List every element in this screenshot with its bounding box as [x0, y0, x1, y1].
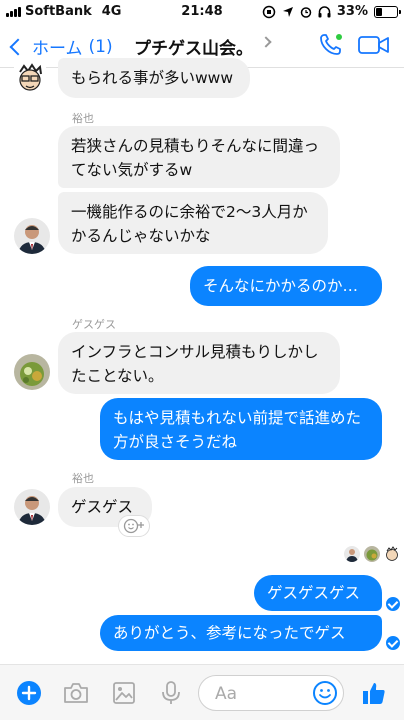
unread-count: (1): [88, 36, 113, 57]
message-bubble-outgoing[interactable]: もはや見積もれない前提で話進めた方が良さそうだね: [100, 398, 382, 460]
read-receipt-avatar: [364, 546, 380, 562]
camera-icon[interactable]: [62, 681, 90, 705]
status-bar: SoftBank 4G 21:48 33%: [0, 0, 404, 24]
status-right: 33%: [262, 4, 401, 19]
profile-photo-icon: [366, 549, 378, 561]
battery-icon: [374, 5, 401, 18]
conversation-title[interactable]: プチゲス山会。: [134, 34, 253, 59]
avatar-yuya[interactable]: [14, 489, 50, 525]
alarm-icon: [300, 6, 312, 18]
read-receipt-avatar: [344, 546, 360, 562]
cartoon-face-icon: [386, 546, 398, 561]
profile-photo-icon: [14, 489, 50, 525]
headphones-icon: [318, 5, 331, 17]
message-text: ゲスゲス: [71, 498, 134, 516]
composer-toolbar: Aa: [0, 664, 404, 720]
message-bubble-incoming[interactable]: インフラとコンサル見積もりしかしたことない。: [58, 332, 340, 394]
delivered-check-icon: [386, 597, 400, 611]
message-text: ゲスゲスゲス: [267, 584, 361, 602]
orientation-lock-icon: [262, 5, 276, 18]
plus-icon[interactable]: [16, 680, 42, 706]
location-icon: [282, 6, 293, 17]
sender-name: ゲスゲス: [72, 318, 116, 331]
message-text: もられる事が多いwww: [71, 69, 234, 87]
delivered-check-icon: [386, 636, 400, 650]
emoji-icon[interactable]: [312, 680, 338, 706]
back-button[interactable]: ホーム (1): [6, 34, 113, 59]
microphone-icon[interactable]: [160, 680, 182, 706]
avatar-yuya[interactable]: [14, 218, 50, 254]
message-bubble-outgoing[interactable]: ゲスゲスゲス: [254, 575, 382, 611]
message-text: ありがとう、参考になったでゲス: [113, 624, 346, 642]
sender-name: 裕也: [72, 472, 94, 485]
back-label: ホーム: [32, 39, 83, 59]
profile-photo-icon: [346, 549, 358, 562]
chevron-left-icon: [9, 38, 27, 55]
message-text: そんなにかかるのか…: [203, 277, 359, 295]
like-icon[interactable]: [360, 679, 388, 707]
message-text: インフラとコンサル見積もりしかしたことない。: [71, 343, 319, 385]
message-text: 一機能作るのに余裕で2〜3人月かかるんじゃないかな: [71, 203, 308, 245]
message-text: もはや見積もれない前提で話進めた方が良さそうだね: [113, 409, 362, 451]
message-bubble-incoming[interactable]: 若狭さんの見積もりそんなに間違ってない気がするw: [58, 126, 340, 188]
profile-photo-icon: [14, 218, 50, 254]
cartoon-face-icon: [19, 63, 42, 91]
message-text: 若狭さんの見積もりそんなに間違ってない気がするw: [71, 137, 320, 179]
smiley-plus-icon: [123, 518, 144, 534]
message-input-placeholder: Aa: [215, 684, 238, 704]
avatar-cartoon[interactable]: [14, 62, 46, 94]
battery-fill: [376, 7, 382, 16]
battery-percent: 33%: [336, 4, 368, 19]
profile-photo-icon: [14, 354, 50, 390]
sender-name: 裕也: [72, 112, 94, 125]
message-bubble-outgoing[interactable]: ありがとう、参考になったでゲス: [100, 615, 382, 651]
gallery-icon[interactable]: [112, 681, 136, 705]
add-reaction-button[interactable]: [118, 515, 150, 537]
chevron-right-icon: [260, 36, 272, 48]
avatar-gesugesu[interactable]: [14, 354, 50, 390]
read-receipt-avatar: [384, 546, 400, 562]
phone-icon[interactable]: [318, 32, 344, 58]
message-bubble-incoming[interactable]: 一機能作るのに余裕で2〜3人月かかるんじゃないかな: [58, 192, 328, 254]
video-call-icon[interactable]: [358, 34, 390, 56]
message-bubble-incoming[interactable]: もられる事が多いwww: [58, 58, 250, 98]
message-bubble-outgoing[interactable]: そんなにかかるのか…: [190, 266, 382, 306]
